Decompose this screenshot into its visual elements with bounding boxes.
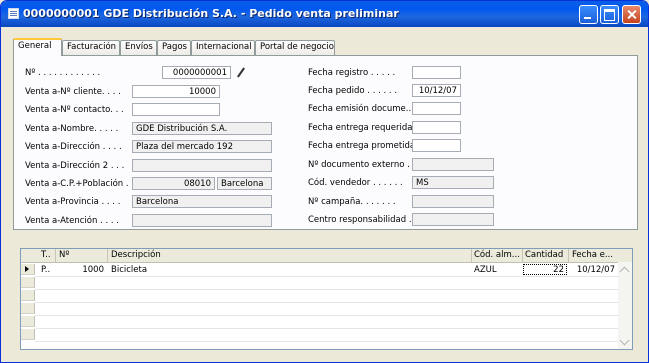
cell-description[interactable]: Bicicleta — [111, 265, 147, 275]
field-label-address: Venta a-Dirección . . . . — [25, 142, 122, 152]
tab-general[interactable]: General — [13, 38, 62, 56]
document-date-field[interactable] — [412, 102, 461, 115]
cell-location-code[interactable]: AZUL — [474, 265, 497, 275]
city-field[interactable]: Barcelona — [217, 177, 272, 190]
cell-type[interactable]: P.. — [41, 265, 50, 275]
column-header-quantity[interactable]: Cantidad — [525, 250, 563, 260]
field-label-name: Venta a-Nombre. . . . . — [25, 124, 119, 134]
field-label-salesperson-code: Cód. vendedor . . . . . . — [308, 178, 403, 188]
tab-internacional[interactable]: Internacional — [191, 40, 255, 55]
responsibility-center-field[interactable] — [412, 213, 494, 226]
row-selector[interactable] — [21, 264, 35, 275]
order-window: 0000000001 GDE Distribución S.A. - Pedid… — [0, 0, 649, 363]
cell-no[interactable]: 1000 — [59, 265, 104, 275]
title-bar[interactable]: 0000000001 GDE Distribución S.A. - Pedid… — [1, 1, 648, 27]
current-row-pointer-icon — [25, 266, 29, 272]
window-title: 0000000001 GDE Distribución S.A. - Pedid… — [23, 7, 399, 20]
external-doc-no-field[interactable] — [412, 158, 494, 171]
row-selector[interactable] — [21, 277, 35, 288]
column-header-date[interactable]: Fecha e... — [572, 250, 613, 260]
form-window-icon — [8, 8, 19, 19]
pencil-edit-icon[interactable] — [234, 66, 248, 79]
order-date-field[interactable]: 10/12/07 — [412, 84, 461, 97]
contact-no-field[interactable] — [132, 103, 220, 116]
sales-lines-grid[interactable]: T.. Nº Descripción Cód. alm... Cantidad … — [20, 248, 633, 350]
field-label-address-2: Venta a-Dirección 2 . . . — [25, 161, 125, 171]
field-label-requested-delivery: Fecha entrega requerida — [308, 123, 413, 133]
cell-quantity[interactable]: 22 — [523, 264, 567, 275]
row-selector[interactable] — [21, 316, 35, 327]
maximize-button[interactable] — [600, 5, 619, 24]
address-2-field[interactable] — [132, 159, 272, 172]
field-label-campaign-no: Nº campaña. . . . . . . — [308, 197, 396, 207]
address-field[interactable]: Plaza del mercado 192 — [132, 140, 272, 153]
scroll-down-icon[interactable] — [618, 335, 632, 349]
field-label-post-code-city: Venta a-C.P.+Población . — [25, 179, 129, 189]
row-selector[interactable] — [21, 303, 35, 314]
order-no-field[interactable]: 0000000001 — [162, 66, 231, 79]
close-button[interactable] — [622, 5, 641, 24]
grid-header: T.. Nº Descripción Cód. alm... Cantidad … — [21, 249, 632, 263]
field-label-customer-no: Venta a-Nº cliente. . . . — [25, 87, 121, 97]
county-field[interactable]: Barcelona — [132, 195, 272, 208]
tab-pagos[interactable]: Pagos — [157, 40, 191, 55]
vertical-scrollbar[interactable] — [618, 262, 632, 349]
post-code-field[interactable]: 08010 — [132, 177, 215, 190]
column-header-location-code[interactable]: Cód. alm... — [474, 250, 520, 260]
row-selector[interactable] — [21, 290, 35, 301]
field-label-contact-no: Venta a-Nº contacto. . . — [25, 105, 124, 115]
field-label-order-date: Fecha pedido . . . . . . — [308, 86, 398, 96]
row-selector[interactable] — [21, 329, 35, 340]
minimize-button[interactable] — [579, 5, 598, 24]
field-label-promised-delivery: Fecha entrega prometida — [308, 141, 416, 151]
posting-date-field[interactable] — [412, 66, 461, 79]
customer-no-field[interactable]: 10000 — [132, 85, 220, 98]
field-label-posting-date: Fecha registro . . . . . — [308, 68, 396, 78]
scroll-up-icon[interactable] — [618, 262, 632, 276]
promised-delivery-field[interactable] — [412, 139, 461, 152]
tab-facturacion[interactable]: Facturación — [62, 40, 120, 55]
cell-date[interactable]: 10/12/07 — [572, 265, 615, 275]
field-label-responsibility-center: Centro responsabilidad . — [308, 215, 412, 225]
field-label-attention: Venta a-Atención . . . . — [25, 216, 119, 226]
field-label-document-date: Fecha emisión docume... — [308, 104, 414, 114]
general-panel: Nº . . . . . . . . . . . . Venta a-Nº cl… — [13, 55, 638, 230]
tab-portal-de-negocio[interactable]: Portal de negocio — [255, 40, 335, 55]
campaign-no-field[interactable] — [412, 195, 494, 208]
salesperson-code-field[interactable]: MS — [412, 176, 494, 189]
column-header-no[interactable]: Nº — [59, 250, 69, 260]
tab-envios[interactable]: Envíos — [120, 40, 157, 55]
requested-delivery-field[interactable] — [412, 121, 461, 134]
column-header-description[interactable]: Descripción — [111, 250, 161, 260]
attention-field[interactable] — [132, 214, 272, 227]
field-label-no: Nº . . . . . . . . . . . . — [25, 68, 101, 78]
field-label-external-doc-no: Nº documento externo . — [308, 160, 410, 170]
customer-name-field[interactable]: GDE Distribución S.A. — [132, 122, 272, 135]
field-label-county: Venta a-Provincia . . . . — [25, 197, 121, 207]
column-header-type[interactable]: T.. — [41, 250, 51, 260]
